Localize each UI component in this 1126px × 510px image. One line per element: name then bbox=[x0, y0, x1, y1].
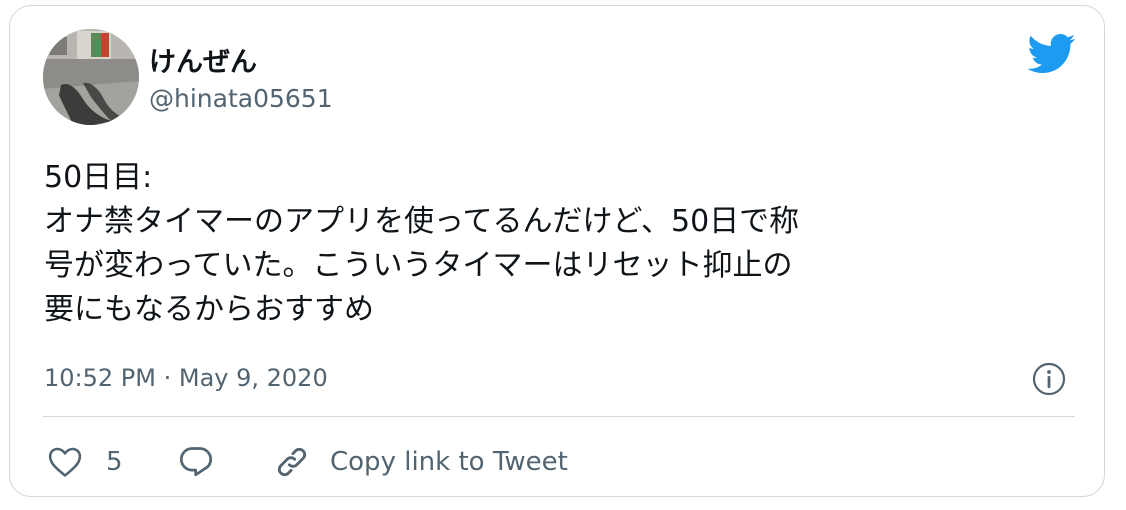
copy-link-label: Copy link to Tweet bbox=[330, 447, 568, 477]
link-icon bbox=[277, 447, 307, 477]
avatar-photo bbox=[43, 29, 139, 125]
tweet-text-line: 要にもなるからおすすめ bbox=[44, 292, 374, 327]
copy-link-button[interactable]: Copy link to Tweet bbox=[274, 440, 568, 484]
like-count: 5 bbox=[106, 447, 123, 477]
tweet-card: けんぜん @hinata05651 50日目: オナ禁タイマーのアプリを使ってる… bbox=[9, 5, 1105, 497]
twitter-bird-icon[interactable] bbox=[1028, 34, 1076, 74]
tweet-text: 50日目: オナ禁タイマーのアプリを使ってるんだけど、50日で称 号が変わってい… bbox=[44, 156, 1074, 332]
action-bar: 5 Copy link to Tweet bbox=[48, 440, 1048, 484]
info-icon[interactable] bbox=[1031, 361, 1067, 397]
user-handle[interactable]: @hinata05651 bbox=[149, 84, 333, 113]
tweet-text-line: オナ禁タイマーのアプリを使ってるんだけど、50日で称 bbox=[44, 204, 800, 239]
tweet-text-line: 号が変わっていた。こういうタイマーはリセット抑止の bbox=[44, 248, 793, 283]
reply-button[interactable] bbox=[178, 440, 214, 484]
tweet-timestamp[interactable]: 10:52 PM · May 9, 2020 bbox=[44, 364, 328, 392]
heart-icon bbox=[48, 447, 82, 477]
avatar[interactable] bbox=[43, 29, 139, 125]
divider bbox=[43, 416, 1075, 417]
like-button[interactable]: 5 bbox=[48, 440, 123, 484]
display-name[interactable]: けんぜん bbox=[149, 40, 257, 79]
tweet-text-line: 50日目: bbox=[44, 160, 153, 195]
reply-bubble-icon bbox=[179, 447, 213, 477]
